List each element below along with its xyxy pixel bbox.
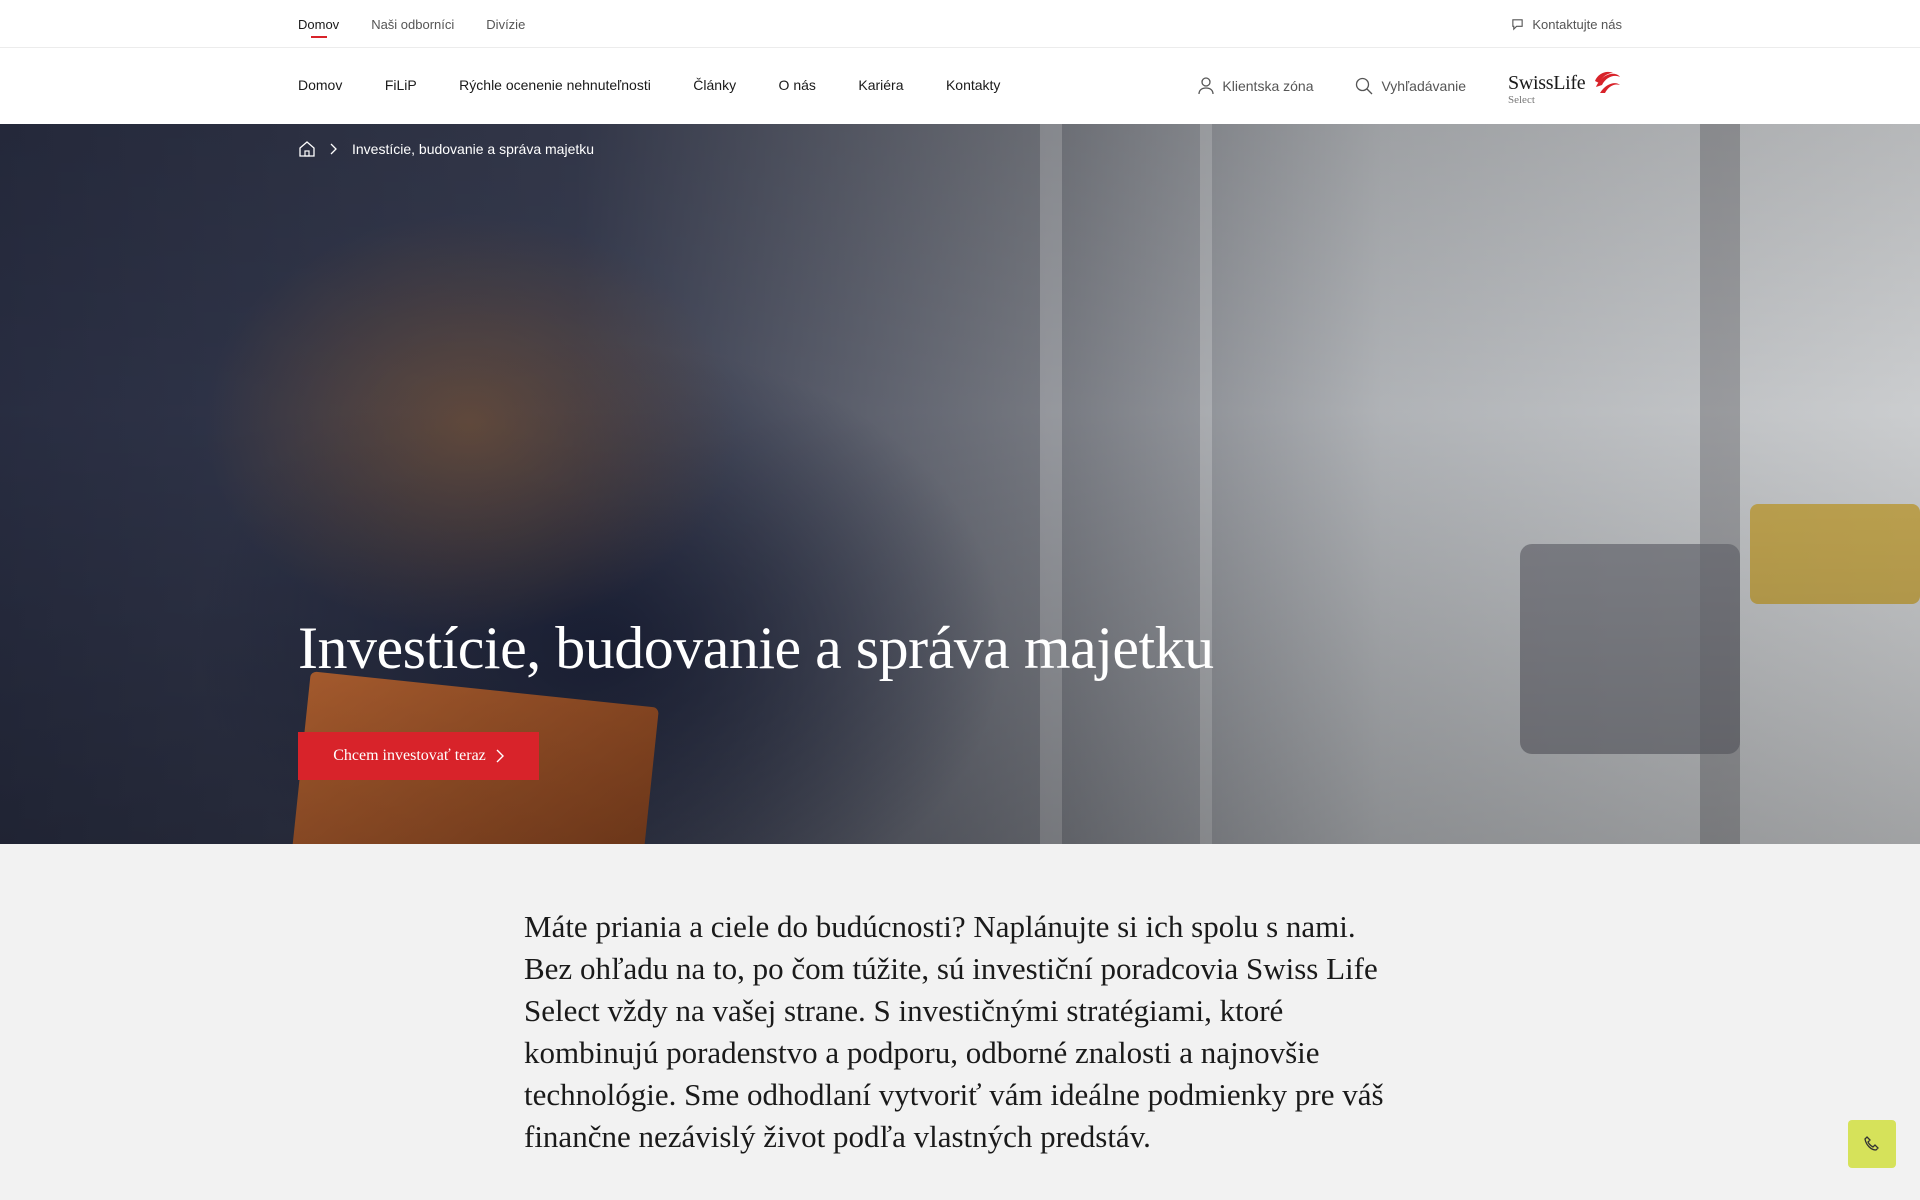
contact-us-link[interactable]: Kontaktujte nás: [1511, 0, 1622, 48]
nav-item-kariera[interactable]: Kariéra: [858, 77, 903, 93]
invest-now-label: Chcem investovať teraz: [333, 747, 486, 764]
breadcrumb: Investície, budovanie a správa majetku: [298, 140, 594, 158]
call-button[interactable]: [1848, 1120, 1896, 1168]
hero-banner: Investície, budovanie a správa majetku I…: [0, 124, 1920, 844]
utility-link-divizie[interactable]: Divízie: [486, 0, 525, 48]
chevron-right-icon: [496, 749, 504, 763]
utility-link-odbornici[interactable]: Naši odborníci: [371, 0, 454, 48]
main-menu: Domov FiLiP Rýchle ocenenie nehnuteľnost…: [298, 77, 1038, 95]
client-zone-link[interactable]: Klientska zóna: [1198, 77, 1313, 95]
nav-item-filip[interactable]: FiLiP: [385, 77, 417, 93]
utility-bar: Domov Naši odborníci Divízie Kontaktujte…: [0, 0, 1920, 48]
user-icon: [1198, 77, 1215, 95]
search-icon: [1356, 77, 1373, 95]
utility-link-domov[interactable]: Domov: [298, 0, 339, 48]
nav-item-ocenenie[interactable]: Rýchle ocenenie nehnuteľnosti: [459, 77, 651, 93]
page-title: Investície, budovanie a správa majetku: [298, 615, 1214, 681]
chevron-right-icon: [330, 143, 337, 155]
invest-now-button[interactable]: Chcem investovať teraz: [298, 732, 539, 780]
logo-wordmark: SwissLife: [1508, 72, 1586, 94]
intro-paragraph: Máte priania a ciele do budúcnosti? Napl…: [524, 909, 1384, 1154]
logo-sub: Select: [1508, 94, 1535, 106]
client-zone-label: Klientska zóna: [1222, 78, 1314, 94]
nav-item-domov[interactable]: Domov: [298, 77, 342, 93]
search-label: Vyhľadávanie: [1381, 78, 1466, 94]
nav-item-o-nas[interactable]: O nás: [779, 77, 816, 93]
nav-item-clanky[interactable]: Články: [693, 77, 736, 93]
breadcrumb-current: Investície, budovanie a správa majetku: [352, 141, 595, 157]
nav-item-kontakty[interactable]: Kontakty: [946, 77, 1000, 93]
contact-us-label: Kontaktujte nás: [1532, 16, 1622, 32]
phone-icon: [1864, 1136, 1879, 1151]
main-navigation: Domov FiLiP Rýchle ocenenie nehnuteľnost…: [0, 48, 1920, 124]
chat-icon: [1512, 18, 1524, 30]
home-icon[interactable]: [298, 140, 316, 158]
swisslife-emblem-icon: [1595, 71, 1620, 93]
search-link[interactable]: Vyhľadávanie: [1355, 77, 1466, 95]
hero-image-overlay: [0, 124, 1920, 844]
swisslife-logo[interactable]: SwissLife Select: [1508, 63, 1622, 109]
